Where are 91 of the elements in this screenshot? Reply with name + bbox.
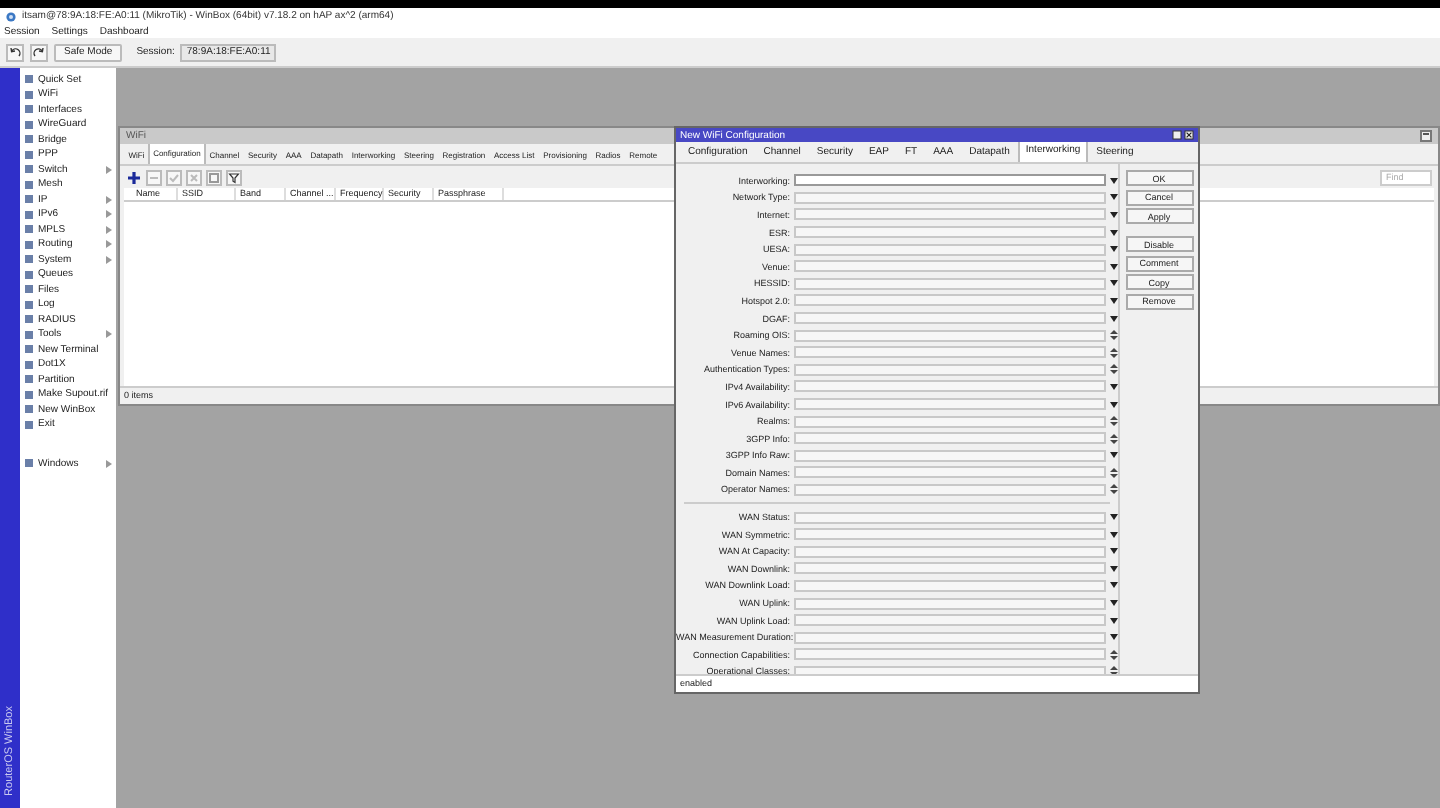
square-icon xyxy=(24,344,34,355)
input-field[interactable] xyxy=(794,545,1106,558)
square-icon xyxy=(24,134,34,145)
input-field[interactable] xyxy=(794,329,1106,342)
close-icon[interactable] xyxy=(1184,130,1194,140)
dropdown-arrow-icon[interactable] xyxy=(1110,565,1118,572)
input-field[interactable] xyxy=(794,277,1106,290)
square-icon xyxy=(24,359,34,370)
square-icon xyxy=(24,458,34,469)
updown-arrow-icon[interactable] xyxy=(1110,416,1118,427)
maximize-icon[interactable] xyxy=(1172,130,1182,140)
dropdown-arrow-icon[interactable] xyxy=(1110,177,1118,184)
dropdown-arrow-icon[interactable] xyxy=(1110,194,1118,201)
undo-icon[interactable] xyxy=(6,43,24,61)
square-icon xyxy=(24,74,34,85)
input-field[interactable] xyxy=(794,243,1106,256)
square-icon xyxy=(24,404,34,415)
filter-icon[interactable] xyxy=(226,169,242,185)
square-icon xyxy=(24,209,34,220)
updown-arrow-icon[interactable] xyxy=(1110,484,1118,495)
input-field[interactable] xyxy=(794,432,1106,445)
dropdown-arrow-icon[interactable] xyxy=(1110,514,1118,521)
square-icon xyxy=(24,284,34,295)
dropdown-arrow-icon[interactable] xyxy=(1110,401,1118,408)
input-field[interactable] xyxy=(794,208,1106,221)
add-icon[interactable] xyxy=(126,169,142,185)
dropdown-arrow-icon[interactable] xyxy=(1110,600,1118,607)
input-field[interactable] xyxy=(794,449,1106,462)
check-icon[interactable] xyxy=(166,169,182,185)
input-field[interactable] xyxy=(794,631,1106,644)
square-icon xyxy=(24,314,34,325)
updown-arrow-icon[interactable] xyxy=(1110,433,1118,444)
square-icon xyxy=(24,239,34,250)
maximize-icon[interactable] xyxy=(1420,130,1432,142)
input-field[interactable] xyxy=(794,597,1106,610)
updown-arrow-icon[interactable] xyxy=(1110,467,1118,478)
dropdown-arrow-icon[interactable] xyxy=(1110,634,1118,641)
square-icon xyxy=(24,89,34,100)
input-field[interactable] xyxy=(794,511,1106,524)
input-field[interactable] xyxy=(794,174,1106,187)
dropdown-arrow-icon[interactable] xyxy=(1110,531,1118,538)
input-field[interactable] xyxy=(794,648,1106,661)
dropdown-arrow-icon[interactable] xyxy=(1110,548,1118,555)
square-icon xyxy=(24,299,34,310)
input-field[interactable] xyxy=(794,579,1106,592)
input-field[interactable] xyxy=(794,614,1106,627)
square-icon xyxy=(24,224,34,235)
input-field[interactable] xyxy=(794,562,1106,575)
square-icon xyxy=(24,164,34,175)
dropdown-arrow-icon[interactable] xyxy=(1110,383,1118,390)
updown-arrow-icon[interactable] xyxy=(1110,330,1118,341)
input-field[interactable] xyxy=(794,191,1106,204)
input-field[interactable] xyxy=(794,415,1106,428)
input-field[interactable] xyxy=(794,466,1106,479)
square-icon xyxy=(24,329,34,340)
square-icon xyxy=(24,194,34,205)
dropdown-arrow-icon[interactable] xyxy=(1110,280,1118,287)
dropdown-arrow-icon[interactable] xyxy=(1110,452,1118,459)
dropdown-arrow-icon[interactable] xyxy=(1110,246,1118,253)
square-icon xyxy=(24,374,34,385)
dropdown-arrow-icon[interactable] xyxy=(1110,315,1118,322)
input-field[interactable] xyxy=(794,260,1106,273)
updown-arrow-icon[interactable] xyxy=(1110,347,1118,358)
dropdown-arrow-icon[interactable] xyxy=(1110,582,1118,589)
dropdown-arrow-icon[interactable] xyxy=(1110,211,1118,218)
input-field[interactable] xyxy=(794,483,1106,496)
square-icon xyxy=(24,179,34,190)
updown-arrow-icon[interactable] xyxy=(1110,649,1118,660)
input-field[interactable] xyxy=(794,363,1106,376)
square-icon xyxy=(24,104,34,115)
square-icon xyxy=(24,389,34,400)
updown-arrow-icon[interactable] xyxy=(1110,364,1118,375)
dropdown-arrow-icon[interactable] xyxy=(1110,263,1118,270)
updown-arrow-icon[interactable] xyxy=(1110,666,1118,677)
square-icon xyxy=(24,149,34,160)
input-field[interactable] xyxy=(794,226,1106,239)
input-field[interactable] xyxy=(794,312,1106,325)
dropdown-arrow-icon[interactable] xyxy=(1110,617,1118,624)
redo-icon[interactable] xyxy=(30,43,48,61)
input-field[interactable] xyxy=(794,528,1106,541)
square-icon xyxy=(24,269,34,280)
app-logo-icon xyxy=(6,11,16,21)
input-field[interactable] xyxy=(794,398,1106,411)
input-field[interactable] xyxy=(794,294,1106,307)
dropdown-arrow-icon[interactable] xyxy=(1110,297,1118,304)
input-field[interactable] xyxy=(794,346,1106,359)
input-field[interactable] xyxy=(794,380,1106,393)
square-icon xyxy=(24,254,34,265)
square-icon xyxy=(24,119,34,130)
square-icon xyxy=(24,419,34,430)
dropdown-arrow-icon[interactable] xyxy=(1110,229,1118,236)
